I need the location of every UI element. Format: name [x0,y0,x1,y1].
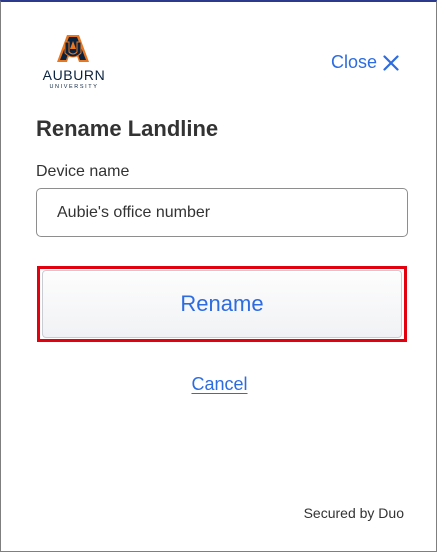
page-title: Rename Landline [36,116,219,141]
logo-wordmark: AUBURN [42,67,106,83]
logo-subtitle: UNIVERSITY [49,84,99,90]
rename-button[interactable]: Rename [42,270,402,338]
cancel-container: Cancel [1,374,437,395]
auburn-logo: AUBURN UNIVERSITY [34,31,114,95]
device-name-input[interactable] [36,188,408,237]
close-button[interactable]: Close [331,52,399,73]
close-label: Close [330,52,377,72]
dialog-frame: AUBURN UNIVERSITY Close Rename Landline … [0,0,437,552]
device-name-label: Device name [36,163,130,180]
auburn-au-monogram-icon [57,35,89,62]
secured-by-duo: Secured by Duo [303,505,404,521]
close-x-icon [383,54,399,71]
cancel-link[interactable]: Cancel [191,374,247,394]
